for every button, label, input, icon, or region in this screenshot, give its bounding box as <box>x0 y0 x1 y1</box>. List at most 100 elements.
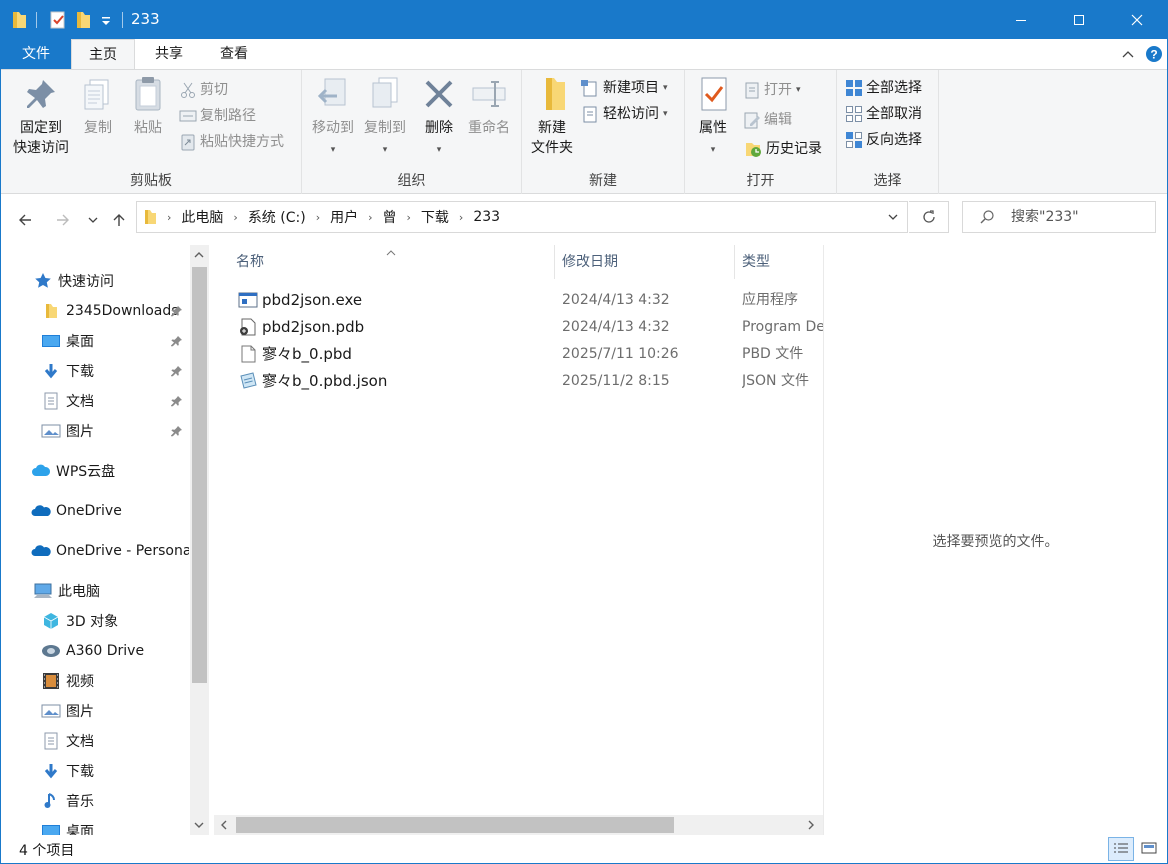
pin-icon[interactable] <box>171 305 183 321</box>
file-type: Program Debug Database <box>742 319 823 335</box>
file-list-horizontal-scrollbar[interactable] <box>214 815 823 835</box>
breadcrumb-separator[interactable]: › <box>459 211 463 224</box>
breadcrumb-users[interactable]: 用户 <box>330 207 358 227</box>
search-input[interactable] <box>1011 207 1151 227</box>
window-title: 233 <box>131 10 160 28</box>
file-row[interactable]: 寥々b_0.pbd 2025/7/11 10:26 PBD 文件 <box>214 341 823 368</box>
column-divider[interactable] <box>554 245 555 279</box>
pin-to-quick-access-button[interactable]: 固定到 快速访问 <box>7 74 75 158</box>
cut-button[interactable]: 剪切 <box>179 78 228 102</box>
pin-icon[interactable] <box>171 395 183 411</box>
open-group-label: 打开 <box>746 173 775 189</box>
nav-item-2345downloads[interactable]: 2345Downloads <box>41 296 189 326</box>
select-all-button[interactable]: 全部选择 <box>845 76 922 100</box>
nav-item-downloads-pc[interactable]: 下载 <box>41 756 189 786</box>
new-folder-button[interactable]: 新建 文件夹 <box>524 74 580 158</box>
help-icon[interactable]: ? <box>1145 45 1163 67</box>
paste-button[interactable]: 粘贴 <box>125 74 171 138</box>
breadcrumb-this-pc[interactable]: 此电脑 <box>181 207 223 227</box>
nav-item-music[interactable]: 音乐 <box>41 786 189 816</box>
nav-item-desktop[interactable]: 桌面 <box>41 326 171 356</box>
copy-path-button[interactable]: 复制路径 <box>179 104 256 128</box>
nav-item-pictures[interactable]: 图片 <box>41 416 171 446</box>
nav-item-3d-objects[interactable]: 3D 对象 <box>41 606 189 636</box>
breadcrumb-downloads[interactable]: 下载 <box>421 207 449 227</box>
breadcrumb-separator[interactable]: › <box>407 211 411 224</box>
edit-button[interactable]: 编辑 <box>743 108 792 132</box>
details-view-button[interactable] <box>1108 837 1134 861</box>
copy-button[interactable]: 复制 <box>77 74 119 138</box>
breadcrumb-233[interactable]: 233 <box>473 209 500 225</box>
back-button[interactable] <box>13 208 37 232</box>
address-bar[interactable]: › 此电脑 › 系统 (C:) › 用户 › 曾 › 下载 › 233 <box>136 201 908 233</box>
navigation-scrollbar[interactable] <box>190 245 209 835</box>
tab-view[interactable]: 查看 <box>202 39 266 69</box>
tab-share[interactable]: 共享 <box>137 39 201 69</box>
nav-item-downloads[interactable]: 下载 <box>41 356 171 386</box>
folder-app-icon <box>11 10 27 34</box>
properties-button[interactable]: 属性 ▾ <box>693 74 733 160</box>
nav-item-videos[interactable]: 视频 <box>41 666 189 696</box>
nav-item-desktop-pc[interactable]: 桌面 <box>41 816 189 835</box>
column-header-date[interactable]: 修改日期 <box>562 245 732 279</box>
rename-button[interactable]: 重命名 <box>462 74 516 138</box>
copy-to-button[interactable]: 复制到 ▾ <box>358 74 412 160</box>
nav-quick-access-label: 快速访问 <box>58 274 114 290</box>
recent-locations-button[interactable] <box>83 208 103 232</box>
nav-item-documents-pc[interactable]: 文档 <box>41 726 189 756</box>
invert-selection-button[interactable]: 反向选择 <box>845 128 922 152</box>
nav-item-pictures-pc[interactable]: 图片 <box>41 696 189 726</box>
group-new: 新建 文件夹 新建项目 ▾ 轻松访问 ▾ 新建 <box>522 70 685 194</box>
properties-quick-icon[interactable] <box>49 10 67 34</box>
new-folder-quick-icon[interactable] <box>75 10 91 34</box>
nav-onedrive-personal[interactable]: OneDrive - Personal <box>31 536 189 566</box>
breadcrumb-system-c[interactable]: 系统 (C:) <box>248 207 306 227</box>
file-row[interactable]: pbd2json.exe 2024/4/13 4:32 应用程序 <box>214 287 823 314</box>
customize-quick-access-icon[interactable] <box>100 15 112 31</box>
minimize-button[interactable] <box>992 1 1050 39</box>
search-box[interactable] <box>962 201 1156 233</box>
column-divider[interactable] <box>734 245 735 279</box>
maximize-button[interactable] <box>1050 1 1108 39</box>
breadcrumb-separator[interactable]: › <box>368 211 372 224</box>
horizontal-scrollbar-thumb[interactable] <box>236 817 674 833</box>
breadcrumb-user-zeng[interactable]: 曾 <box>383 207 397 227</box>
large-icons-view-button[interactable] <box>1136 837 1162 861</box>
easy-access-button[interactable]: 轻松访问 ▾ <box>580 102 668 126</box>
collapse-ribbon-icon[interactable] <box>1121 47 1135 65</box>
pin-icon[interactable] <box>171 365 183 381</box>
navigation-scrollbar-thumb[interactable] <box>192 267 207 683</box>
nav-item-documents[interactable]: 文档 <box>41 386 171 416</box>
breadcrumb-separator[interactable]: › <box>233 211 237 224</box>
scroll-up-icon[interactable] <box>194 251 204 259</box>
forward-button[interactable] <box>51 208 75 232</box>
file-row[interactable]: pbd2json.pdb 2024/4/13 4:32 Program Debu… <box>214 314 823 341</box>
paste-shortcut-button[interactable]: 粘贴快捷方式 <box>179 130 284 154</box>
scroll-left-icon[interactable] <box>220 820 228 830</box>
refresh-button[interactable] <box>909 201 949 233</box>
delete-button[interactable]: 删除 ▾ <box>418 74 460 160</box>
close-button[interactable] <box>1108 1 1166 39</box>
scroll-right-icon[interactable] <box>807 820 815 830</box>
nav-this-pc[interactable]: 此电脑 <box>33 576 189 606</box>
scroll-down-icon[interactable] <box>194 821 204 829</box>
tab-file[interactable]: 文件 <box>1 39 71 69</box>
file-row[interactable]: 寥々b_0.pbd.json 2025/11/2 8:15 JSON 文件 <box>214 368 823 395</box>
address-history-dropdown[interactable] <box>887 211 899 227</box>
move-to-button[interactable]: 移动到 ▾ <box>306 74 360 160</box>
breadcrumb-separator[interactable]: › <box>316 211 320 224</box>
open-button[interactable]: 打开 ▾ <box>743 78 801 102</box>
up-button[interactable] <box>107 208 131 232</box>
column-header-name[interactable]: 名称 <box>236 245 546 279</box>
pin-icon[interactable] <box>171 335 183 351</box>
nav-item-a360-drive[interactable]: A360 Drive <box>41 636 189 666</box>
nav-wps-cloud[interactable]: WPS云盘 <box>31 456 189 486</box>
select-none-button[interactable]: 全部取消 <box>845 102 922 126</box>
tab-home[interactable]: 主页 <box>71 39 135 70</box>
pin-icon[interactable] <box>171 425 183 441</box>
new-item-button[interactable]: 新建项目 ▾ <box>580 76 668 100</box>
nav-onedrive[interactable]: OneDrive <box>31 496 189 526</box>
nav-quick-access[interactable]: 快速访问 <box>33 266 211 296</box>
history-button[interactable]: 历史记录 <box>743 137 822 161</box>
column-header-type[interactable]: 类型 <box>742 245 822 279</box>
